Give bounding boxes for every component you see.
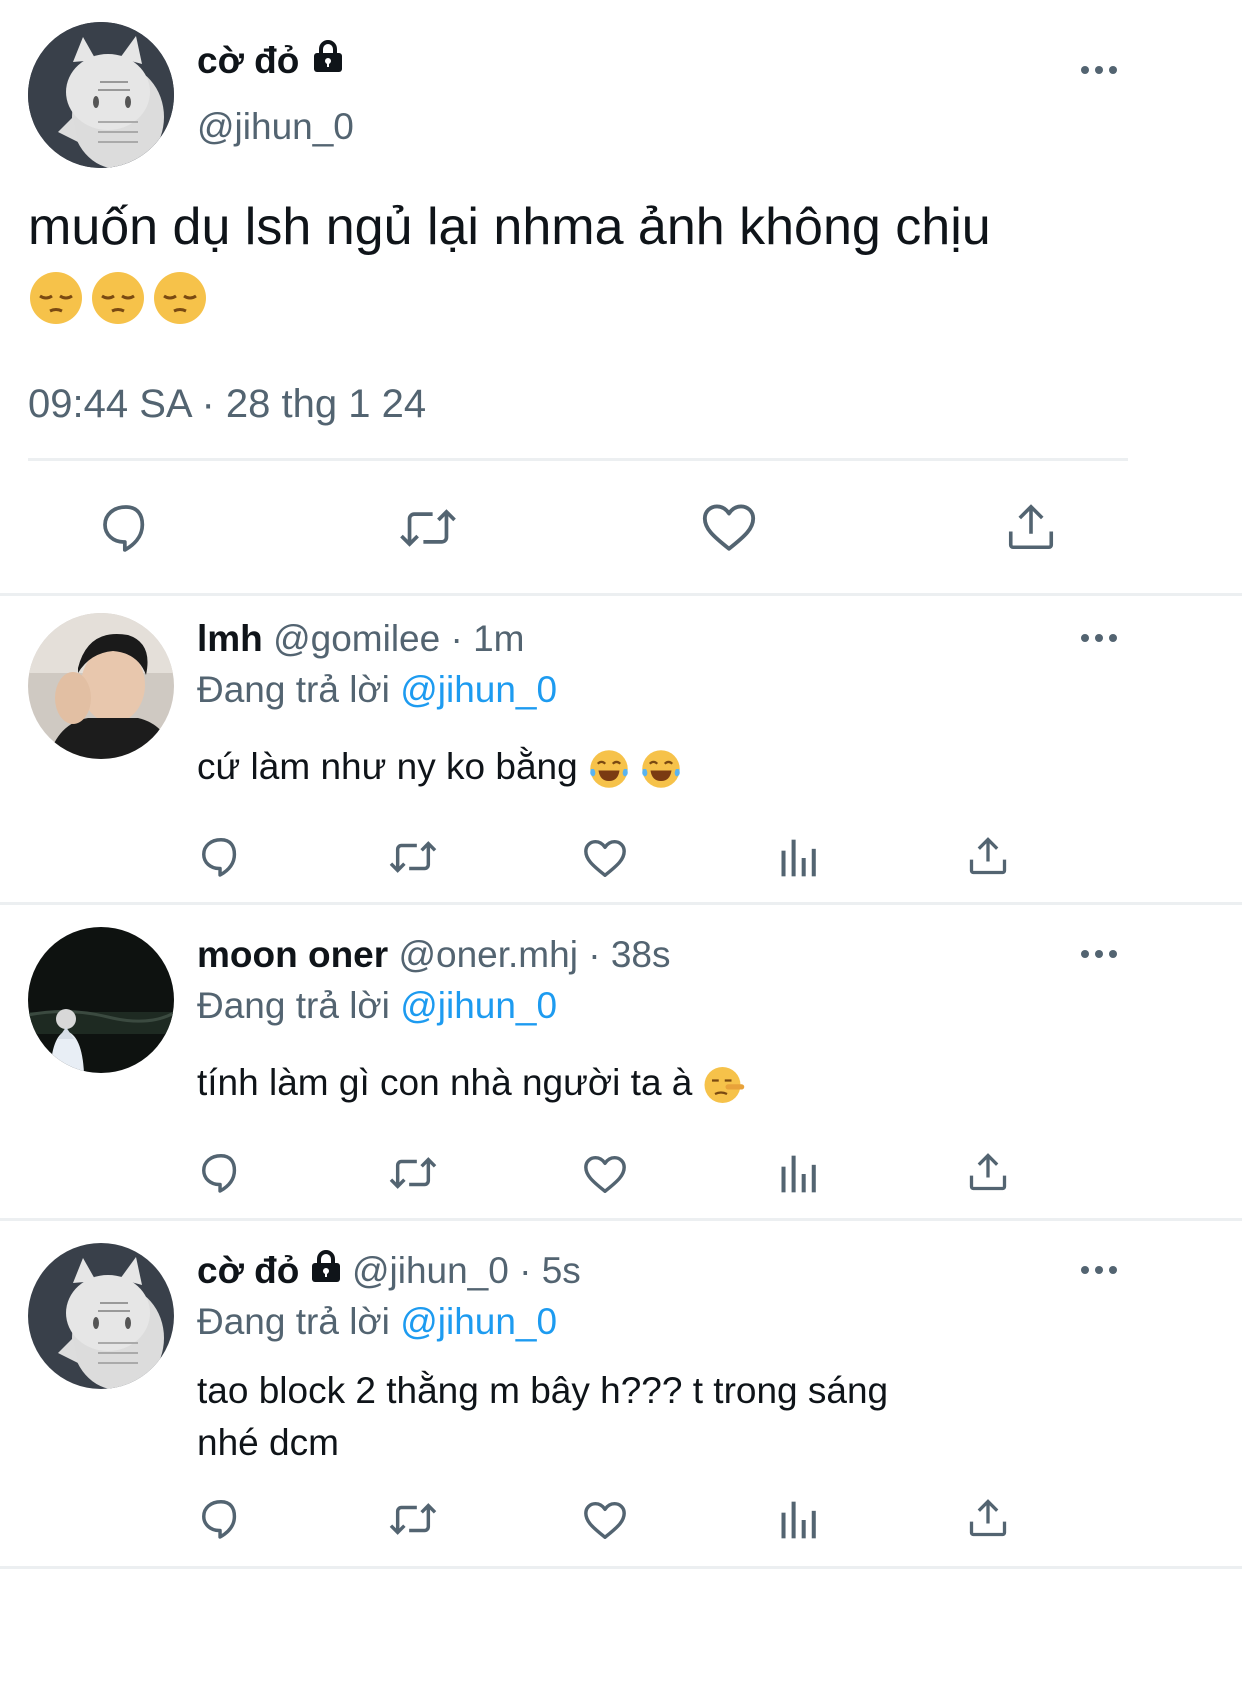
person-photo-avatar	[28, 613, 174, 759]
tweet-text: muốn dụ lsh ngủ lại nhma ảnh không chịu	[28, 198, 991, 256]
reply-header: moon oner @oner.mhj · 38s	[197, 932, 670, 978]
retweet-icon[interactable]	[388, 834, 438, 880]
replying-to-label: Đang trả lời	[197, 985, 390, 1026]
lock-icon	[313, 40, 342, 72]
more-options-icon[interactable]	[1081, 66, 1117, 74]
timestamp[interactable]: 09:44 SA · 28 thg 1 24	[28, 380, 426, 428]
author-row: cờ đỏ	[197, 38, 344, 84]
share-icon[interactable]	[966, 1150, 1010, 1194]
avatar[interactable]	[28, 1243, 174, 1389]
cat-avatar-icon	[28, 1243, 174, 1389]
retweet-icon[interactable]	[388, 1496, 438, 1542]
cat-avatar-icon	[28, 22, 174, 168]
reply-text-line: tao block 2 thằng m bây h??? t trong sán…	[197, 1370, 889, 1411]
relative-time[interactable]: · 38s	[588, 934, 670, 975]
like-icon[interactable]	[582, 1498, 628, 1542]
emoji-row	[28, 270, 208, 330]
more-options-icon[interactable]	[1081, 1266, 1117, 1274]
divider	[28, 458, 1128, 461]
retweet-icon[interactable]	[388, 1150, 438, 1196]
avatar[interactable]	[28, 927, 174, 1073]
pensive-face-emoji-icon	[154, 272, 206, 324]
handle[interactable]: @jihun_0	[352, 1250, 509, 1291]
like-icon[interactable]	[582, 836, 628, 880]
display-name[interactable]: lmh	[197, 618, 263, 659]
reply-text-row: cứ làm như ny ko bằng	[197, 744, 682, 790]
handle[interactable]: @gomilee	[273, 618, 440, 659]
section-divider	[0, 902, 1242, 905]
display-name[interactable]: cờ đỏ	[197, 1250, 299, 1291]
share-icon[interactable]	[1004, 500, 1058, 554]
section-divider	[0, 1566, 1242, 1569]
reply-icon[interactable]	[98, 500, 154, 556]
views-icon[interactable]	[776, 1498, 820, 1542]
section-divider	[0, 593, 1242, 596]
reply-header: cờ đỏ @jihun_0 · 5s	[197, 1248, 581, 1294]
reply-text-line: nhé dcm	[197, 1422, 339, 1463]
pensive-face-emoji-icon	[92, 272, 144, 324]
relative-time[interactable]: · 1m	[450, 618, 524, 659]
replying-to-link[interactable]: @jihun_0	[400, 1301, 557, 1342]
reply-header: lmh @gomilee · 1m	[197, 616, 524, 662]
reply-text: tao block 2 thằng m bây h??? t trong sán…	[197, 1365, 888, 1469]
replying-to-link[interactable]: @jihun_0	[400, 985, 557, 1026]
share-icon[interactable]	[966, 834, 1010, 878]
retweet-icon[interactable]	[398, 500, 458, 556]
reply-text-row: tính làm gì con nhà người ta à	[197, 1060, 745, 1106]
views-icon[interactable]	[776, 1152, 820, 1196]
section-divider	[0, 1218, 1242, 1221]
display-name[interactable]: cờ đỏ	[197, 40, 299, 81]
avatar[interactable]	[28, 613, 174, 759]
handle[interactable]: @jihun_0	[197, 104, 354, 150]
like-icon[interactable]	[582, 1152, 628, 1196]
lying-face-emoji-icon	[704, 1067, 744, 1104]
replying-to-row: Đang trả lời @jihun_0	[197, 667, 557, 713]
lock-icon	[311, 1250, 340, 1282]
reply-text: tính làm gì con nhà người ta à	[197, 1062, 693, 1103]
views-icon[interactable]	[776, 836, 820, 880]
share-icon[interactable]	[966, 1496, 1010, 1540]
reply-text: cứ làm như ny ko bằng	[197, 746, 578, 787]
night-photo-avatar	[28, 927, 174, 1073]
tears-of-joy-emoji-icon	[590, 750, 628, 788]
avatar[interactable]	[28, 22, 174, 168]
handle[interactable]: @oner.mhj	[398, 934, 577, 975]
pensive-face-emoji-icon	[30, 272, 82, 324]
replying-to-label: Đang trả lời	[197, 669, 390, 710]
replying-to-label: Đang trả lời	[197, 1301, 390, 1342]
replying-to-row: Đang trả lời @jihun_0	[197, 1299, 557, 1345]
reply-icon[interactable]	[198, 1496, 244, 1542]
like-icon[interactable]	[700, 500, 758, 554]
more-options-icon[interactable]	[1081, 950, 1117, 958]
replying-to-link[interactable]: @jihun_0	[400, 669, 557, 710]
reply-icon[interactable]	[198, 1150, 244, 1196]
relative-time[interactable]: · 5s	[519, 1250, 581, 1291]
reply-icon[interactable]	[198, 834, 244, 880]
display-name[interactable]: moon oner	[197, 934, 388, 975]
more-options-icon[interactable]	[1081, 634, 1117, 642]
replying-to-row: Đang trả lời @jihun_0	[197, 983, 557, 1029]
tears-of-joy-emoji-icon	[642, 750, 680, 788]
